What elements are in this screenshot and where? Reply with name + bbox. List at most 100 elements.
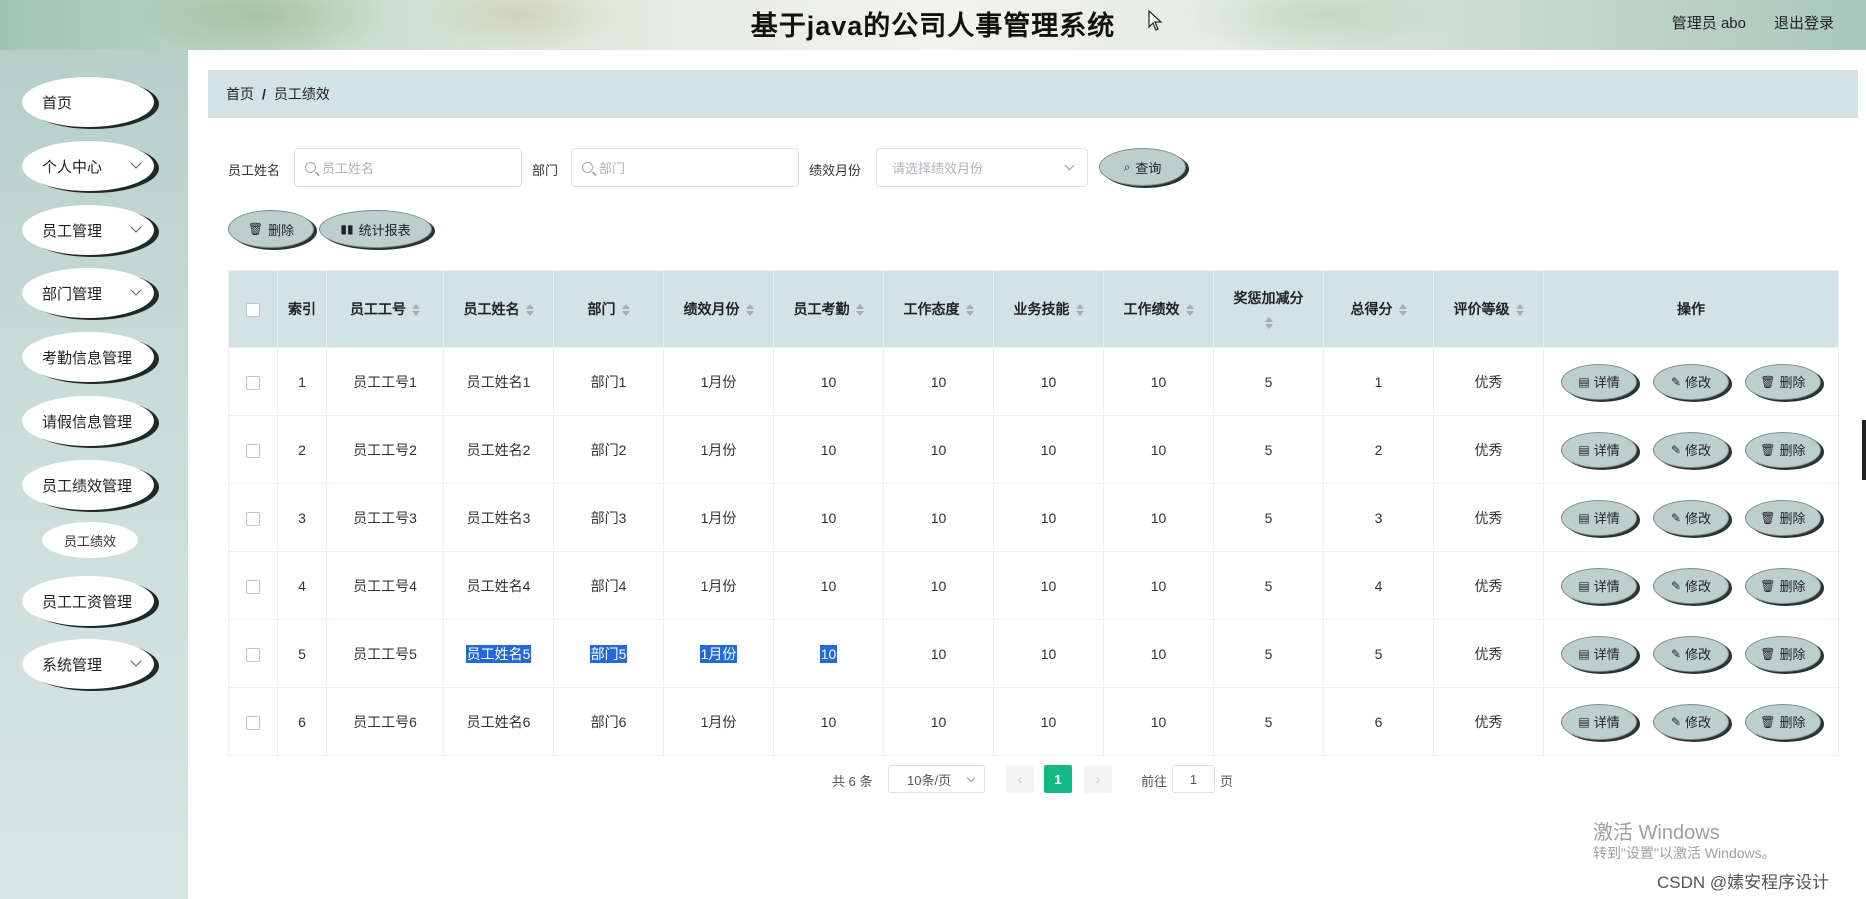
page-size-select[interactable]: 10条/页 bbox=[888, 765, 985, 793]
row-checkbox[interactable] bbox=[246, 375, 260, 390]
sort-icon[interactable] bbox=[525, 304, 534, 317]
statistics-report-button[interactable]: ▮▮ 统计报表 bbox=[319, 210, 432, 248]
sidebar-item-department-mgmt[interactable]: 部门管理 bbox=[22, 268, 154, 318]
selected-text: 1月份 bbox=[699, 644, 738, 663]
bar-chart-icon: ▮▮ bbox=[340, 222, 354, 236]
cell-month: 1月份 bbox=[663, 687, 774, 756]
cell-dept: 部门2 bbox=[553, 415, 664, 484]
detail-button[interactable]: ▤ 详情 bbox=[1561, 431, 1638, 468]
delete-button[interactable]: 🗑 删除 bbox=[1744, 363, 1821, 400]
sort-icon[interactable] bbox=[1515, 304, 1524, 317]
col-skill[interactable]: 业务技能 bbox=[993, 270, 1104, 348]
cell-total: 6 bbox=[1323, 687, 1434, 756]
cell-month: 1月份 bbox=[663, 415, 774, 484]
col-month[interactable]: 绩效月份 bbox=[663, 270, 774, 348]
col-attitude[interactable]: 工作态度 bbox=[883, 270, 994, 348]
cell-actions: ▤ 详情 ✎ 修改 🗑 删除 bbox=[1543, 415, 1839, 484]
current-page-button[interactable]: 1 bbox=[1044, 765, 1072, 793]
col-performance[interactable]: 工作绩效 bbox=[1103, 270, 1214, 348]
logout-link[interactable]: 退出登录 bbox=[1774, 12, 1834, 33]
next-page-button[interactable]: › bbox=[1084, 765, 1112, 793]
detail-button[interactable]: ▤ 详情 bbox=[1561, 703, 1638, 740]
sort-icon[interactable] bbox=[1185, 304, 1194, 317]
trash-icon: 🗑 bbox=[1760, 374, 1776, 389]
cell-month: 1月份 bbox=[663, 619, 774, 688]
row-checkbox[interactable] bbox=[246, 715, 260, 730]
goto-page-input[interactable]: 1 bbox=[1172, 765, 1215, 793]
sidebar-item-performance-mgmt[interactable]: 员工绩效管理 bbox=[22, 460, 154, 510]
edit-icon: ✎ bbox=[1670, 646, 1682, 661]
cell-grade: 优秀 bbox=[1433, 619, 1544, 688]
cell-name: 员工姓名6 bbox=[443, 687, 554, 756]
delete-button[interactable]: 🗑 删除 bbox=[1744, 499, 1821, 536]
select-all-cell[interactable] bbox=[228, 270, 278, 348]
table-row: 4 员工工号4 员工姓名4 部门4 1月份 10 10 10 10 5 4 优秀… bbox=[228, 551, 1839, 620]
sort-icon[interactable] bbox=[745, 304, 754, 317]
cell-index: 5 bbox=[277, 619, 327, 688]
edit-button[interactable]: ✎ 修改 bbox=[1653, 499, 1729, 536]
delete-button[interactable]: 🗑 删除 bbox=[1744, 431, 1821, 468]
delete-button[interactable]: 🗑 删除 bbox=[1744, 567, 1821, 604]
sidebar-item-employee-mgmt[interactable]: 员工管理 bbox=[22, 205, 154, 255]
sidebar-item-attendance-mgmt[interactable]: 考勤信息管理 bbox=[22, 332, 154, 382]
detail-button[interactable]: ▤ 详情 bbox=[1561, 363, 1638, 400]
cell-index: 4 bbox=[277, 551, 327, 620]
sort-icon[interactable] bbox=[621, 304, 630, 317]
col-attendance[interactable]: 员工考勤 bbox=[773, 270, 884, 348]
sidebar-item-salary-mgmt[interactable]: 员工工资管理 bbox=[22, 576, 154, 626]
col-total[interactable]: 总得分 bbox=[1323, 270, 1434, 348]
sidebar-item-system-mgmt[interactable]: 系统管理 bbox=[22, 639, 154, 689]
col-dept[interactable]: 部门 bbox=[553, 270, 664, 348]
edit-button[interactable]: ✎ 修改 bbox=[1653, 703, 1729, 740]
cell-index: 3 bbox=[277, 483, 327, 552]
search-icon bbox=[582, 162, 593, 173]
cell-attendance: 10 bbox=[773, 483, 884, 552]
cell-attendance: 10 bbox=[773, 415, 884, 484]
edit-button[interactable]: ✎ 修改 bbox=[1653, 431, 1729, 468]
search-month-select[interactable]: 请选择绩效月份 bbox=[876, 148, 1088, 187]
edit-button[interactable]: ✎ 修改 bbox=[1653, 635, 1729, 672]
detail-button[interactable]: ▤ 详情 bbox=[1561, 499, 1638, 536]
edit-button[interactable]: ✎ 修改 bbox=[1653, 567, 1729, 604]
col-bonus[interactable]: 奖惩加减分 bbox=[1213, 270, 1324, 348]
breadcrumb-home[interactable]: 首页 bbox=[226, 84, 254, 104]
sort-icon[interactable] bbox=[855, 304, 864, 317]
delete-button[interactable]: 🗑 删除 bbox=[1744, 703, 1821, 740]
col-grade[interactable]: 评价等级 bbox=[1433, 270, 1544, 348]
sort-icon[interactable] bbox=[1398, 304, 1407, 317]
cell-name: 员工姓名2 bbox=[443, 415, 554, 484]
cell-bonus: 5 bbox=[1213, 415, 1324, 484]
bulk-delete-button[interactable]: 🗑 删除 bbox=[228, 210, 314, 248]
row-checkbox[interactable] bbox=[246, 443, 260, 458]
cell-grade: 优秀 bbox=[1433, 347, 1544, 416]
pagination-total: 共 6 条 bbox=[832, 774, 873, 789]
query-button[interactable]: ⌕ 查询 bbox=[1099, 148, 1186, 186]
select-all-checkbox[interactable] bbox=[246, 303, 260, 318]
sidebar-subitem-performance[interactable]: 员工绩效 bbox=[42, 522, 138, 558]
trash-icon: 🗑 bbox=[1760, 578, 1776, 593]
delete-button[interactable]: 🗑 删除 bbox=[1744, 635, 1821, 672]
sort-icon[interactable] bbox=[1264, 317, 1273, 330]
scrollbar-thumb[interactable] bbox=[1862, 420, 1866, 480]
cell-actions: ▤ 详情 ✎ 修改 🗑 删除 bbox=[1543, 619, 1839, 688]
sort-icon[interactable] bbox=[412, 304, 420, 317]
edit-icon: ✎ bbox=[1670, 442, 1682, 457]
row-checkbox[interactable] bbox=[246, 511, 260, 526]
sidebar-item-personal-center[interactable]: 个人中心 bbox=[22, 141, 154, 191]
edit-button[interactable]: ✎ 修改 bbox=[1653, 363, 1729, 400]
sidebar-item-leave-mgmt[interactable]: 请假信息管理 bbox=[22, 396, 154, 446]
search-dept-label: 部门 bbox=[532, 163, 559, 178]
search-name-input[interactable]: 员工姓名 bbox=[294, 148, 522, 187]
cell-name: 员工姓名4 bbox=[443, 551, 554, 620]
sort-icon[interactable] bbox=[965, 304, 974, 317]
sort-icon[interactable] bbox=[1075, 304, 1084, 317]
detail-button[interactable]: ▤ 详情 bbox=[1561, 635, 1638, 672]
prev-page-button[interactable]: ‹ bbox=[1006, 765, 1034, 793]
detail-button[interactable]: ▤ 详情 bbox=[1561, 567, 1638, 604]
sidebar-item-home[interactable]: 首页 bbox=[22, 77, 154, 127]
search-dept-input[interactable]: 部门 bbox=[571, 148, 799, 187]
row-checkbox[interactable] bbox=[246, 579, 260, 594]
col-emp-no[interactable]: 员工工号 bbox=[326, 270, 444, 348]
row-checkbox[interactable] bbox=[246, 647, 260, 662]
col-name[interactable]: 员工姓名 bbox=[443, 270, 554, 348]
